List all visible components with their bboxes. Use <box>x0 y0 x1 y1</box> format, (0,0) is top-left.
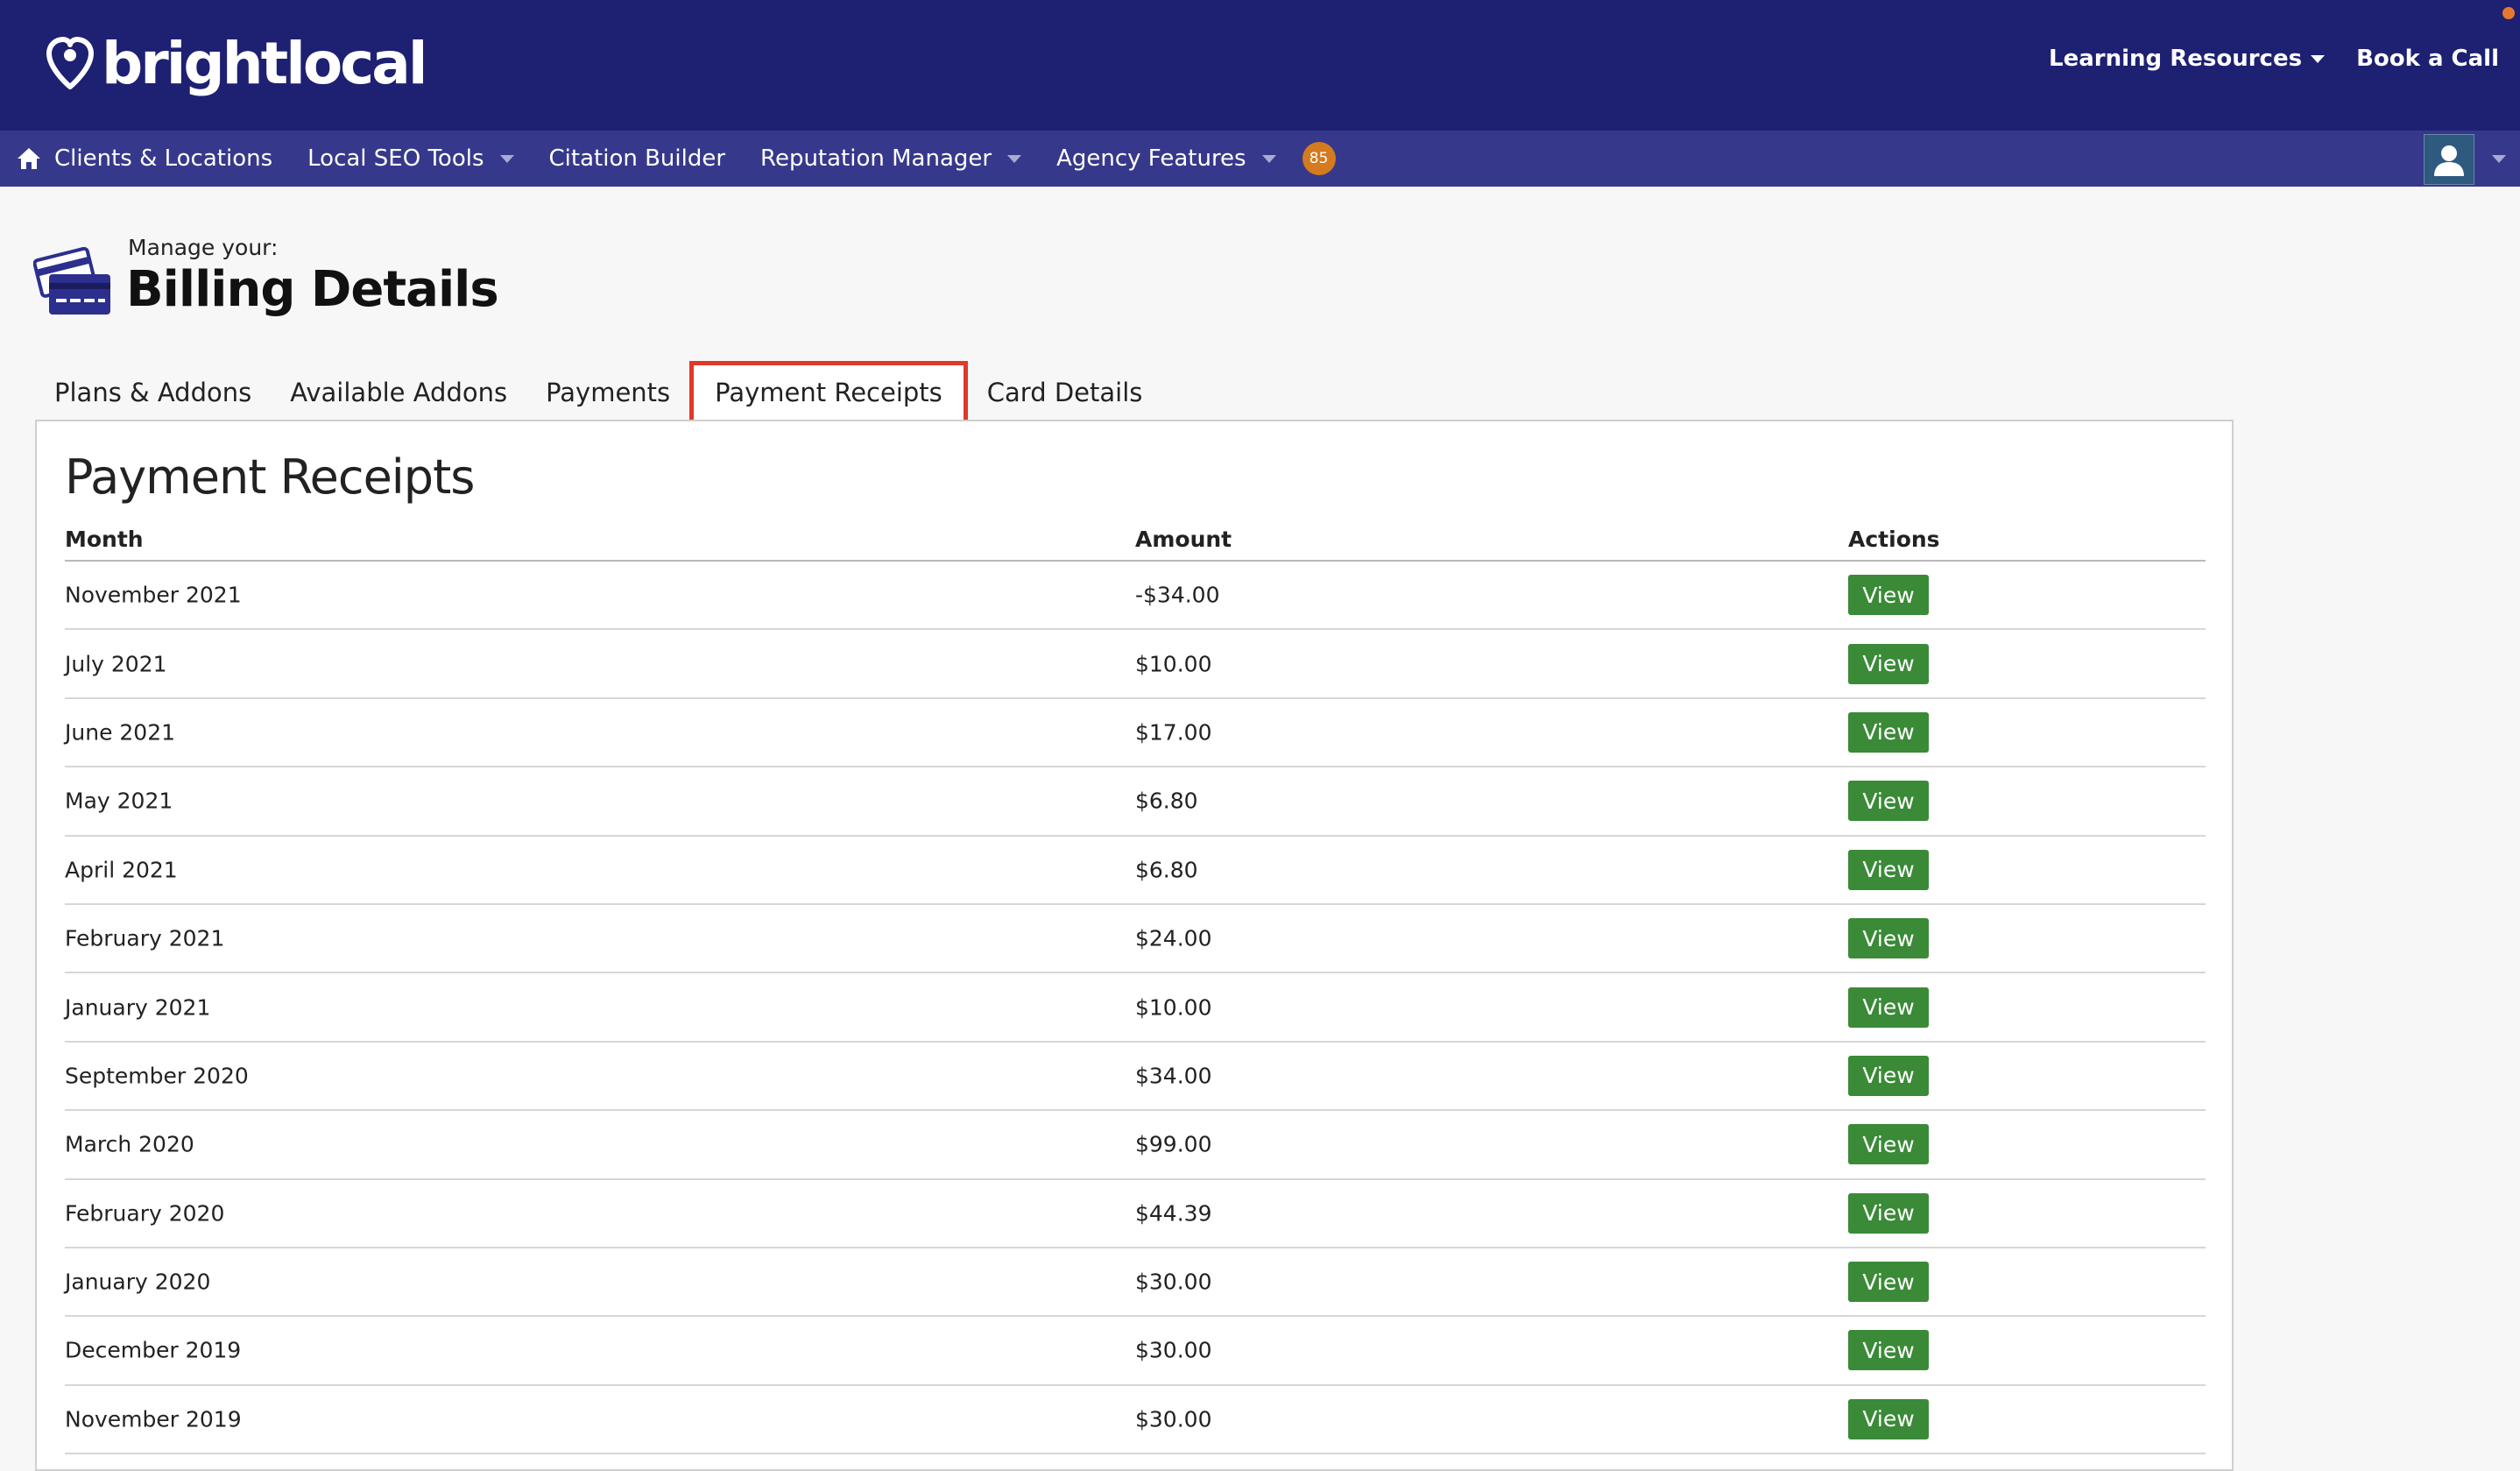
view-receipt-button[interactable]: View <box>1848 1262 1929 1303</box>
table-row: February 2020 $44.39 View <box>65 1180 2206 1248</box>
row-amount: $10.00 <box>1135 994 1212 1021</box>
tab-payment-receipts[interactable]: Payment Receipts <box>689 361 968 424</box>
view-receipt-button[interactable]: View <box>1848 711 1929 753</box>
nav-item-label: Agency Features <box>1056 145 1246 172</box>
tab-available-addons[interactable]: Available Addons <box>271 361 526 424</box>
view-receipt-button[interactable]: View <box>1848 1124 1929 1165</box>
nav-item-clients-locations[interactable]: Clients & Locations <box>16 145 272 172</box>
top-header: brightlocal Learning Resources Book a Ca… <box>0 0 2520 131</box>
nav-item-agency-features[interactable]: Agency Features <box>1056 145 1276 172</box>
table-row: January 2021 $10.00 View <box>65 973 2206 1043</box>
tab-plans-addons[interactable]: Plans & Addons <box>35 361 271 424</box>
logo-text: brightlocal <box>102 30 427 97</box>
view-receipt-button[interactable]: View <box>1848 643 1929 684</box>
row-month: May 2021 <box>65 788 173 814</box>
home-icon <box>18 148 40 169</box>
view-receipt-button[interactable]: View <box>1848 1330 1929 1371</box>
book-call-label: Book a Call <box>2356 46 2499 72</box>
row-amount: $34.00 <box>1135 1063 1212 1089</box>
chevron-down-icon <box>2311 54 2326 63</box>
receipts-table: Month Amount Actions November 2021 -$34.… <box>65 525 2206 1455</box>
table-body: November 2021 -$34.00 View July 2021 $10… <box>65 562 2206 1455</box>
row-amount: $44.39 <box>1135 1200 1212 1227</box>
row-amount: $30.00 <box>1135 1337 1212 1363</box>
row-month: June 2021 <box>65 719 176 746</box>
row-amount: $6.80 <box>1135 857 1198 883</box>
row-amount: $17.00 <box>1135 719 1212 746</box>
credit-card-icon <box>33 246 110 315</box>
chevron-down-icon <box>1261 154 1276 163</box>
nav-item-label: Local SEO Tools <box>307 145 484 172</box>
row-month: February 2021 <box>65 925 225 951</box>
table-row: November 2021 -$34.00 View <box>65 562 2206 631</box>
row-amount: -$34.00 <box>1135 582 1220 608</box>
column-header-month: Month <box>65 527 144 552</box>
brightlocal-logo[interactable]: brightlocal <box>44 25 427 103</box>
location-heart-icon <box>46 37 94 89</box>
table-row: March 2020 $99.00 View <box>65 1111 2206 1180</box>
view-receipt-button[interactable]: View <box>1848 849 1929 890</box>
row-month: February 2020 <box>65 1200 225 1227</box>
row-month: January 2020 <box>65 1269 211 1295</box>
row-month: September 2020 <box>65 1063 249 1089</box>
view-receipt-button[interactable]: View <box>1848 575 1929 616</box>
table-row: June 2021 $17.00 View <box>65 699 2206 768</box>
learning-resources-label: Learning Resources <box>2049 46 2303 72</box>
notification-badge[interactable]: 85 <box>1302 142 1336 175</box>
table-row: January 2020 $30.00 View <box>65 1248 2206 1318</box>
row-amount: $30.00 <box>1135 1269 1212 1295</box>
notification-dot <box>2502 7 2515 19</box>
nav-item-local-seo-tools[interactable]: Local SEO Tools <box>307 145 514 172</box>
column-header-amount: Amount <box>1135 527 1232 552</box>
row-month: July 2021 <box>65 651 167 677</box>
page-title: Billing Details <box>126 261 499 318</box>
table-row: February 2021 $24.00 View <box>65 905 2206 974</box>
tab-payments[interactable]: Payments <box>526 361 689 424</box>
row-month: January 2021 <box>65 994 211 1021</box>
row-month: December 2019 <box>65 1337 242 1363</box>
nav-item-citation-builder[interactable]: Citation Builder <box>549 145 726 172</box>
book-call-link[interactable]: Book a Call <box>2356 46 2499 72</box>
main-nav: Clients & Locations Local SEO Tools Cita… <box>0 131 2520 187</box>
row-month: November 2019 <box>65 1406 242 1432</box>
row-amount: $24.00 <box>1135 925 1212 951</box>
view-receipt-button[interactable]: View <box>1848 1192 1929 1234</box>
row-amount: $10.00 <box>1135 651 1212 677</box>
row-amount: $30.00 <box>1135 1406 1212 1432</box>
table-header: Month Amount Actions <box>65 525 2206 562</box>
learning-resources-menu[interactable]: Learning Resources <box>2049 46 2326 72</box>
nav-item-label: Clients & Locations <box>54 145 273 172</box>
billing-tabs: Plans & Addons Available Addons Payments… <box>35 361 1161 424</box>
view-receipt-button[interactable]: View <box>1848 1055 1929 1096</box>
user-avatar-icon <box>2434 145 2464 176</box>
nav-item-label: Reputation Manager <box>760 145 992 172</box>
row-month: November 2021 <box>65 582 242 608</box>
chevron-down-icon <box>1007 154 1022 163</box>
table-row: December 2019 $30.00 View <box>65 1317 2206 1386</box>
user-avatar[interactable] <box>2424 134 2474 185</box>
column-header-actions: Actions <box>1848 527 1940 552</box>
table-row: April 2021 $6.80 View <box>65 837 2206 905</box>
row-month: March 2020 <box>65 1131 194 1157</box>
payment-receipts-panel: Payment Receipts Month Amount Actions No… <box>35 420 2234 1471</box>
row-month: April 2021 <box>65 857 178 883</box>
user-menu-chevron-icon[interactable] <box>2492 155 2506 163</box>
panel-title: Payment Receipts <box>65 449 475 505</box>
row-amount: $6.80 <box>1135 788 1198 814</box>
tab-card-details[interactable]: Card Details <box>968 361 1162 424</box>
table-row: November 2019 $30.00 View <box>65 1386 2206 1455</box>
nav-item-reputation-manager[interactable]: Reputation Manager <box>760 145 1022 172</box>
view-receipt-button[interactable]: View <box>1848 987 1929 1028</box>
chevron-down-icon <box>499 154 514 163</box>
nav-item-label: Citation Builder <box>548 145 726 172</box>
table-row: July 2021 $10.00 View <box>65 630 2206 699</box>
view-receipt-button[interactable]: View <box>1848 1398 1929 1439</box>
view-receipt-button[interactable]: View <box>1848 781 1929 822</box>
view-receipt-button[interactable]: View <box>1848 918 1929 959</box>
row-amount: $99.00 <box>1135 1131 1212 1157</box>
table-row: May 2021 $6.80 View <box>65 767 2206 837</box>
manage-label: Manage your: <box>128 235 279 260</box>
top-links: Learning Resources Book a Call <box>2049 46 2499 72</box>
table-row: September 2020 $34.00 View <box>65 1043 2206 1112</box>
